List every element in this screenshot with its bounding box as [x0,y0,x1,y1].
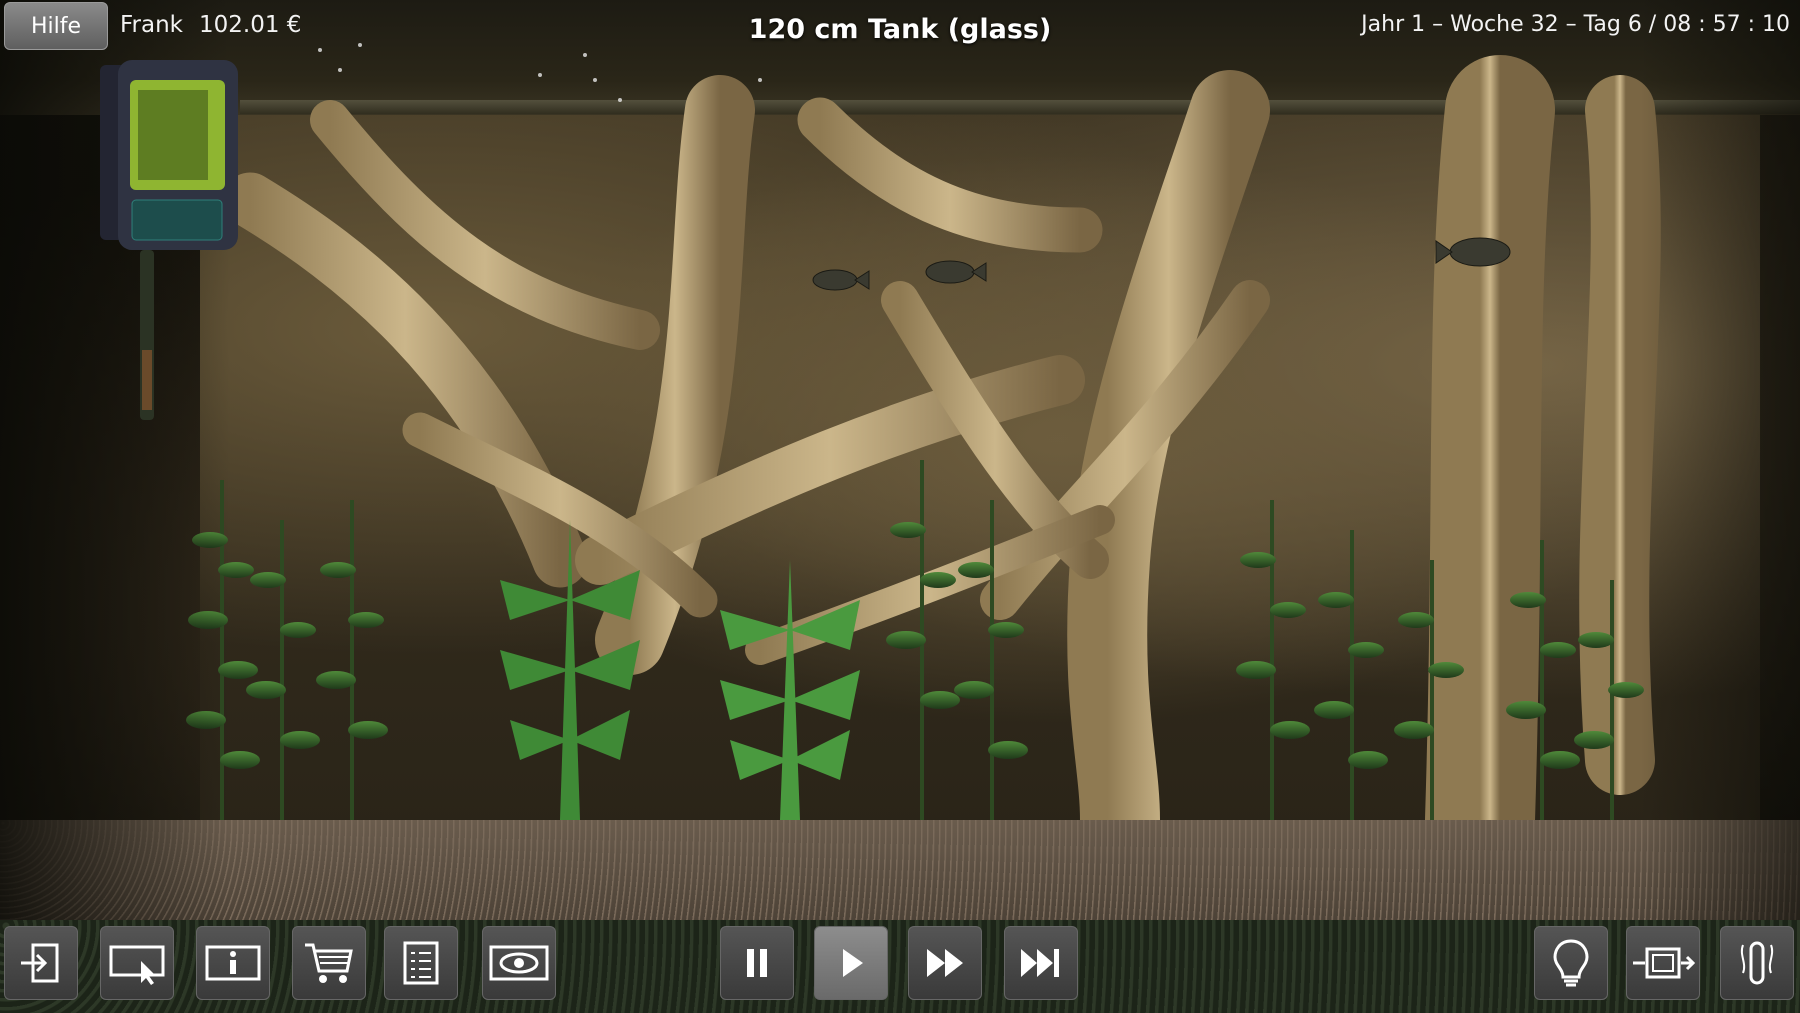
right-vignette [1640,0,1800,1013]
info-button[interactable] [196,926,270,1000]
exit-icon [21,943,59,983]
play-icon [843,949,863,977]
plants [186,460,1644,820]
eye-icon [489,945,549,981]
checklist-icon [403,941,439,985]
heater-button[interactable] [1720,926,1794,1000]
bottom-toolbar [0,920,1800,1013]
player-name: Frank [120,12,184,38]
game-date-time: Jahr 1 – Woche 32 – Tag 6 / 08 : 57 : 10 [1361,12,1790,37]
aquarium-scene[interactable] [0,0,1800,1013]
select-pointer-icon [109,945,165,985]
money-balance: 102.01 € [199,12,302,38]
heater-icon [1740,941,1774,985]
pause-button[interactable] [720,926,794,1000]
light-bulb-icon [1553,939,1589,987]
skip-forward-button[interactable] [1004,926,1078,1000]
root-decor [222,55,1661,875]
exit-button[interactable] [4,926,78,1000]
filter-intake-tube [140,250,154,420]
filter-button[interactable] [1626,926,1700,1000]
skip-forward-icon [1021,949,1059,977]
filter-device[interactable] [90,55,245,255]
shop-button[interactable] [292,926,366,1000]
fast-forward-button[interactable] [908,926,982,1000]
filter-icon [1633,947,1695,979]
checklist-button[interactable] [384,926,458,1000]
select-button[interactable] [100,926,174,1000]
fast-forward-icon [927,949,963,977]
decor-layer [186,43,1661,875]
tank-title: 120 cm Tank (glass) [748,14,1052,45]
shop-cart-icon [305,943,353,983]
help-button[interactable]: Hilfe [4,2,108,50]
gravel-substrate [0,820,1800,930]
pause-icon [747,949,767,977]
lighting-button[interactable] [1534,926,1608,1000]
info-icon [205,945,261,981]
play-button[interactable] [814,926,888,1000]
view-button[interactable] [482,926,556,1000]
